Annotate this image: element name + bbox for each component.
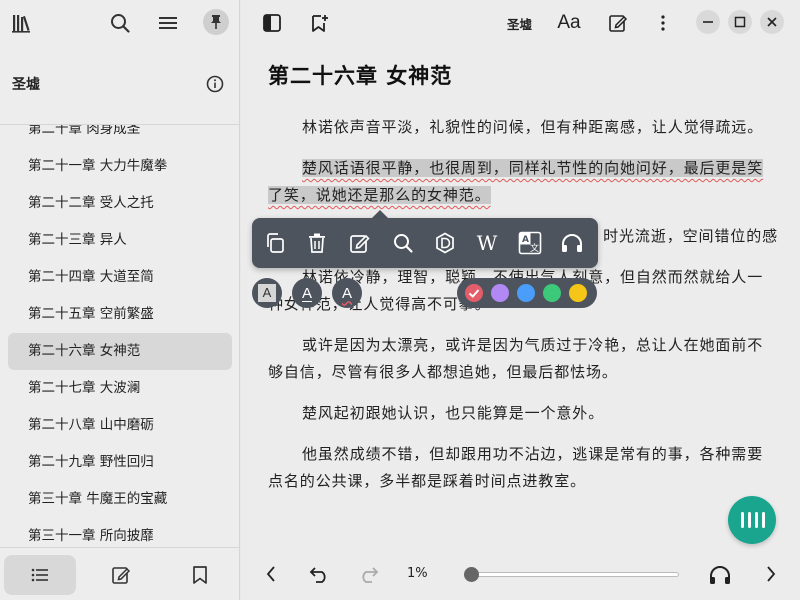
tts-playback-button[interactable] [728, 496, 776, 544]
paragraph: 楚风话语很平静，也很周到，同样礼节性的向她问好，最后更是笑了笑，说她还是那么的女… [268, 155, 778, 209]
add-bookmark-icon[interactable] [307, 10, 333, 36]
paragraph-text: 楚风起初跟她认识，也只能算是一个意外。 [302, 404, 605, 422]
search-icon[interactable] [106, 9, 134, 37]
edit-note-icon[interactable] [345, 228, 375, 258]
chapter-item[interactable]: 第二十九章 野性回归 [8, 444, 232, 481]
check-icon [468, 289, 480, 298]
font-settings-icon[interactable]: Aa [555, 10, 583, 36]
notes-tab-icon[interactable] [108, 562, 134, 588]
color-swatch-selected[interactable] [465, 284, 483, 302]
chapter-item[interactable]: 第二十五章 空前繁盛 [8, 296, 232, 333]
library-icon[interactable] [8, 10, 36, 36]
chapter-item[interactable]: 第二十二章 受人之托 [8, 185, 232, 222]
chapter-item[interactable]: 第二十八章 山中磨砺 [8, 407, 232, 444]
svg-text:文: 文 [530, 242, 539, 254]
paragraph: 或许是因为太漂亮，或许是因为气质过于冷艳，总让人在她面前不够自信，尽管有很多人都… [268, 332, 778, 386]
wikipedia-glyph: W [476, 231, 498, 255]
audio-bars-icon [741, 512, 765, 528]
next-chapter-icon[interactable] [761, 562, 781, 586]
dictionary-icon[interactable] [430, 228, 460, 258]
chapter-item[interactable]: 第三十一章 所向披靡 [8, 518, 232, 546]
chapter-title: 第二十六章 女神范 [268, 64, 453, 88]
highlight-style-glyph: A [258, 284, 276, 302]
squiggly-style-glyph: A [341, 284, 352, 302]
progress-slider-thumb[interactable] [464, 567, 480, 582]
bookmark-tab-icon[interactable] [188, 562, 212, 588]
color-swatch[interactable] [569, 284, 587, 302]
progress-slider[interactable] [469, 572, 679, 577]
chapter-item[interactable]: 第二十一章 大力牛魔拳 [8, 148, 232, 185]
paragraph-text: 或许是因为太漂亮，或许是因为气质过于冷艳，总让人在她面前不够自信，尽管有很多人都… [268, 336, 764, 381]
underline-style-button[interactable]: A [292, 278, 322, 308]
maximize-icon[interactable] [728, 10, 752, 34]
paragraph: 楚风起初跟她认识，也只能算是一个意外。 [268, 400, 778, 427]
color-swatch[interactable] [491, 284, 509, 302]
color-swatch[interactable] [543, 284, 561, 302]
sidebar: 圣墟 第二十章 肉身成圣 第二十一章 大力牛魔拳 第二十二章 受人之托 第二十三章 异… [0, 0, 240, 600]
pin-icon[interactable] [203, 9, 229, 35]
svg-text:A: A [522, 235, 529, 245]
chapter-item[interactable]: 第二十七章 大波澜 [8, 370, 232, 407]
chapter-item[interactable]: 第二十三章 异人 [8, 222, 232, 259]
color-swatch[interactable] [517, 284, 535, 302]
paragraph: 林诺依声音平淡，礼貌性的问候，但有种距离感，让人觉得疏远。 [268, 114, 778, 141]
translate-icon[interactable]: A文 [515, 228, 545, 258]
sidebar-book-header: 圣墟 [0, 62, 240, 106]
chapter-list[interactable]: 第二十章 肉身成圣 第二十一章 大力牛魔拳 第二十二章 受人之托 第二十三章 异人 第二… [0, 124, 240, 546]
reader-toolbar: 圣墟 Aa [241, 0, 800, 44]
read-aloud-icon[interactable] [557, 228, 587, 258]
highlighted-text: 楚风话语很平静，也很周到，同样礼节性的向她问好，最后更是笑了笑，说她还是那么的女… [268, 159, 764, 204]
listen-icon[interactable] [706, 561, 734, 589]
squiggly-style-button[interactable]: A [332, 278, 362, 308]
progress-percent: 1% [407, 566, 428, 581]
more-options-icon[interactable] [653, 10, 673, 36]
paragraph-text: 他虽然成绩不错，但却跟用功不沾边，逃课是常有的事，各种需要点名的公共课，多半都是… [268, 445, 764, 490]
chapter-item[interactable]: 第二十章 肉身成圣 [8, 125, 232, 148]
annotate-icon[interactable] [605, 10, 631, 36]
redo-icon[interactable] [355, 561, 381, 587]
info-icon[interactable] [205, 74, 225, 94]
font-settings-label: Aa [557, 12, 581, 33]
minimize-icon[interactable] [696, 10, 720, 34]
copy-icon[interactable] [260, 228, 290, 258]
delete-icon[interactable] [302, 228, 332, 258]
highlight-style-button[interactable]: A [252, 278, 282, 308]
highlight-color-picker [457, 278, 597, 308]
sidebar-toolbar [0, 0, 240, 44]
toc-tab-icon[interactable] [4, 555, 76, 595]
menu-icon[interactable] [154, 9, 182, 37]
popup-arrow [372, 210, 388, 218]
reader-book-name: 圣墟 [507, 17, 533, 32]
paragraph-text: 时光流逝，空间错位的感 [603, 227, 778, 245]
chapter-item[interactable]: 第三十章 牛魔王的宝藏 [8, 481, 232, 518]
close-icon[interactable] [760, 10, 784, 34]
selection-toolbar: W A文 [252, 218, 598, 268]
underline-style-glyph: A [301, 284, 312, 302]
sidebar-book-title: 圣墟 [12, 77, 40, 93]
sidebar-tab-bar [0, 547, 240, 600]
popup-search-icon[interactable] [388, 228, 418, 258]
paragraph: 他虽然成绩不错，但却跟用功不沾边，逃课是常有的事，各种需要点名的公共课，多半都是… [268, 441, 778, 495]
previous-chapter-icon[interactable] [261, 562, 281, 586]
wikipedia-icon[interactable]: W [472, 228, 502, 258]
undo-icon[interactable] [307, 561, 333, 587]
paragraph-text: 林诺依声音平淡，礼貌性的问候，但有种距离感，让人觉得疏远。 [302, 118, 764, 136]
toggle-sidebar-icon[interactable] [259, 10, 285, 36]
chapter-item[interactable]: 第二十四章 大道至简 [8, 259, 232, 296]
chapter-item-active[interactable]: 第二十六章 女神范 [8, 333, 232, 370]
reader-bottom-bar: 1% [241, 548, 800, 600]
